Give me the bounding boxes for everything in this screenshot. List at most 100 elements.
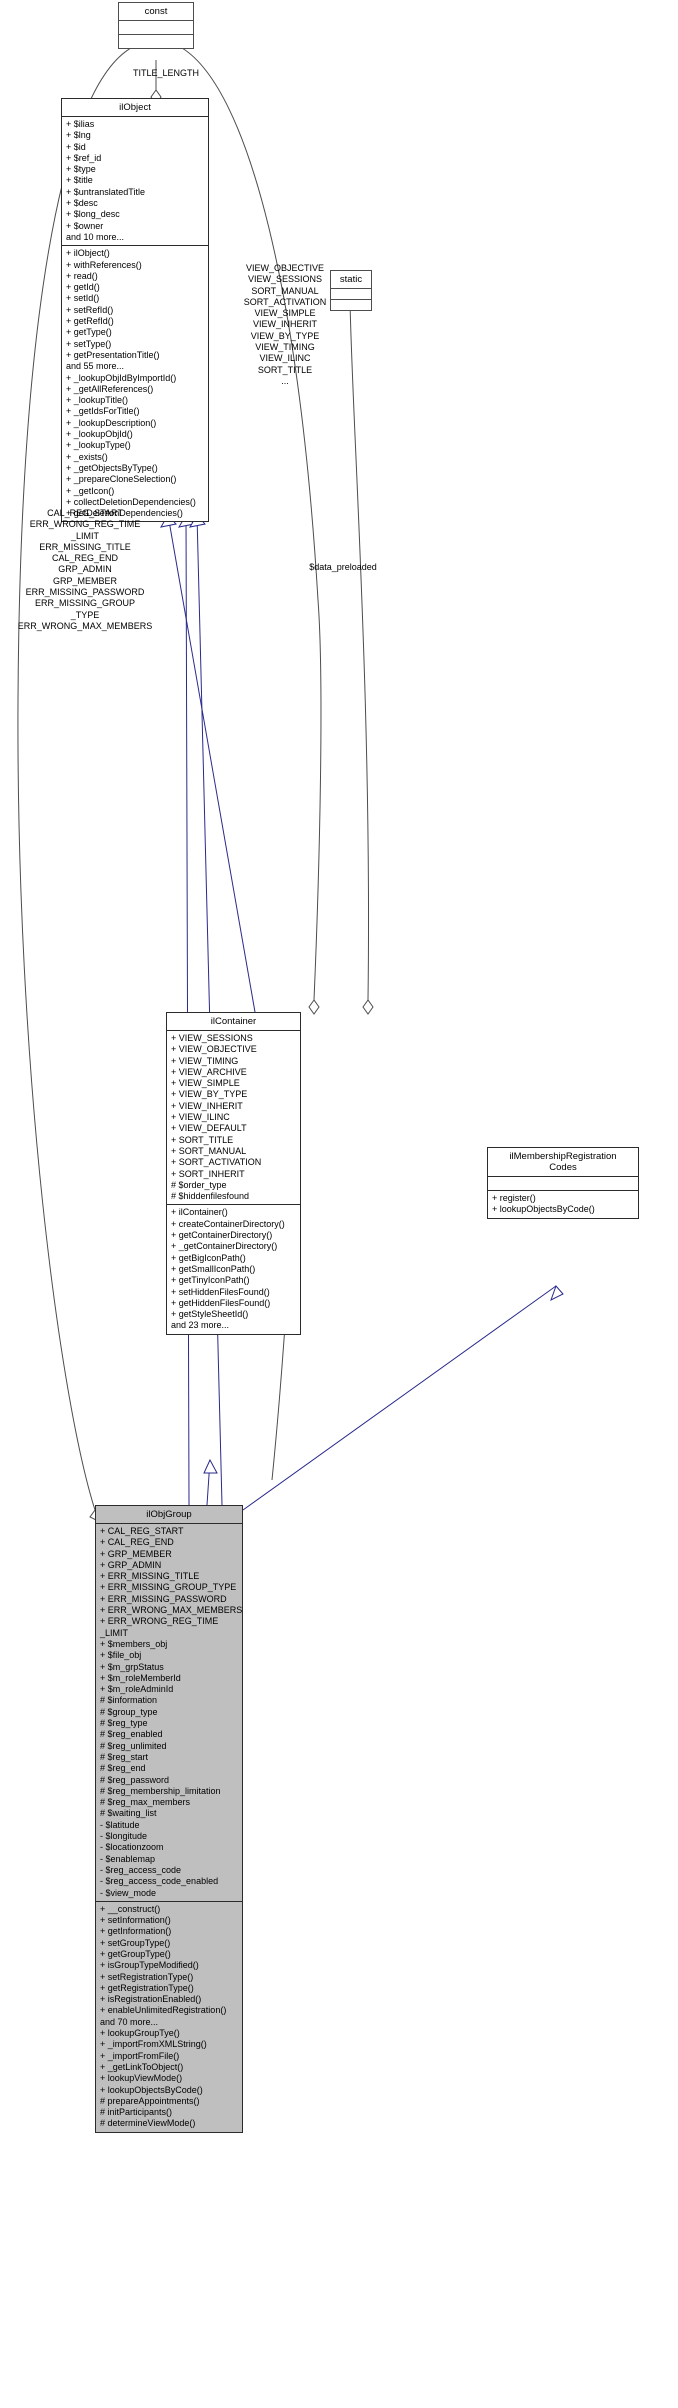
class-member-row: - $reg_access_code (100, 1864, 182, 1875)
class-member-row: # $information (100, 1695, 158, 1706)
class-member-row: # $reg_password (100, 1774, 170, 1785)
class-member-row: + $owner (66, 220, 104, 231)
class-member-row: + _importFromXMLString() (100, 2039, 207, 2050)
class-member-row: + SORT_MANUAL (171, 1145, 247, 1156)
class-name-ilobject: ilObject (62, 99, 208, 117)
class-member-row: + _getLinkToObject() (100, 2061, 184, 2072)
class-member-row: # prepareAppointments() (100, 2095, 200, 2106)
class-member-row: + getType() (66, 327, 112, 338)
class-member-row: + setType() (66, 338, 112, 349)
class-member-row: # $waiting_list (100, 1808, 157, 1819)
class-member-row: + createContainerDirectory() (171, 1218, 285, 1229)
class-member-row: + setInformation() (100, 1915, 171, 1926)
class-operations-ilmembershipregistrationcodes: + register() + lookupObjectsByCode() (488, 1191, 638, 1218)
class-member-row: + setId() (66, 293, 100, 304)
class-member-row: + GRP_MEMBER (100, 1548, 172, 1559)
class-box-ilobject[interactable]: ilObject + $ilias + $lng + $id + $ref_id + $… (61, 98, 209, 523)
class-member-row: + read() (66, 270, 98, 281)
class-member-row: + GRP_ADMIN (100, 1559, 162, 1570)
class-member-row: + VIEW_SIMPLE (171, 1078, 240, 1089)
class-attributes-const (119, 21, 193, 35)
class-member-row: + register() (492, 1193, 536, 1203)
edge-label-data-preloaded: $data_preloaded (309, 562, 377, 572)
class-member-row: # determineViewMode() (100, 2118, 196, 2129)
class-box-const[interactable]: const (118, 2, 194, 49)
class-member-row: + _getIdsForTitle() (66, 406, 140, 417)
class-member-row: - $reg_access_code_enabled (100, 1876, 219, 1887)
class-member-row: + setRegistrationType() (100, 1971, 194, 1982)
edge-ilobject-ilobjgroup-a (178, 514, 195, 1506)
class-member-row: + getSmallIconPath() (171, 1263, 256, 1274)
class-member-row: + CAL_REG_START (100, 1526, 184, 1536)
class-member-row: + getStyleSheetId() (171, 1309, 249, 1320)
class-operations-ilobject: + ilObject() + withReferences() + read() + … (62, 246, 208, 521)
class-member-row: + $long_desc (66, 209, 120, 220)
class-member-row: # $hiddenfilesfound (171, 1191, 250, 1202)
class-member-row: + $m_roleMemberId (100, 1672, 181, 1683)
class-member-row: + isRegistrationEnabled() (100, 1994, 202, 2005)
class-member-row: # initParticipants() (100, 2107, 173, 2118)
edge-ilcontainer-inherits-ilobject (160, 514, 256, 1013)
class-box-ilobjgroup[interactable]: ilObjGroup + CAL_REG_START + CAL_REG_END +… (95, 1505, 243, 2133)
class-member-row: + enableUnlimitedRegistration() (100, 2005, 227, 2016)
class-member-row: + getRegistrationType() (100, 1982, 194, 1993)
class-member-row: + ERR_MISSING_TITLE (100, 1571, 200, 1582)
class-member-row: and 70 more... (100, 2016, 159, 2027)
class-member-row: # $reg_type (100, 1718, 148, 1729)
class-name-ilmembershipregistrationcodes: ilMembershipRegistration Codes (488, 1148, 638, 1177)
class-member-row: + getRefId() (66, 316, 114, 327)
class-member-row: + withReferences() (66, 259, 142, 270)
class-member-row: + VIEW_DEFAULT (171, 1123, 247, 1134)
class-member-row: + ilObject() (66, 248, 110, 259)
class-member-row: + _getContainerDirectory() (171, 1241, 278, 1252)
class-member-row: + _prepareCloneSelection() (66, 474, 177, 485)
class-attributes-ilobject: + $ilias + $lng + $id + $ref_id + $type + $ti… (62, 117, 208, 247)
class-member-row: + $ref_id (66, 152, 102, 163)
class-member-row: + $id (66, 141, 86, 152)
class-member-row: + lookupObjectsByCode() (492, 1204, 595, 1215)
class-member-row: + VIEW_SESSIONS (171, 1033, 253, 1043)
class-member-row: + VIEW_OBJECTIVE (171, 1044, 257, 1055)
class-member-row: + $desc (66, 198, 98, 209)
class-member-row: + _lookupDescription() (66, 417, 157, 428)
class-member-row: + VIEW_BY_TYPE (171, 1089, 248, 1100)
class-member-row: + setHiddenFilesFound() (171, 1286, 270, 1297)
class-member-row: and 23 more... (171, 1320, 230, 1331)
class-member-row: # $reg_start (100, 1751, 149, 1762)
class-member-row: + $m_grpStatus (100, 1661, 164, 1672)
class-member-row: and 55 more... (66, 361, 125, 372)
class-member-row: + VIEW_TIMING (171, 1055, 239, 1066)
class-member-row: # $group_type (100, 1706, 158, 1717)
class-operations-ilobjgroup: + __construct() + setInformation() + getIn… (96, 1902, 242, 2132)
class-member-row: + _getObjectsByType() (66, 462, 158, 473)
class-member-row: + setRefId() (66, 304, 114, 315)
class-member-row: + $title (66, 175, 93, 186)
class-member-row: + collectDeletionDependencies() (66, 496, 196, 507)
class-operations-const (119, 35, 193, 48)
class-box-ilcontainer[interactable]: ilContainer + VIEW_SESSIONS + VIEW_OBJECT… (166, 1012, 301, 1335)
class-member-row: + lookupGroupTye() (100, 2028, 180, 2039)
class-member-row: + $ilias (66, 119, 95, 129)
class-member-row: + getContainerDirectory() (171, 1230, 273, 1241)
class-member-row: + ilContainer() (171, 1207, 228, 1218)
class-member-row: - $latitude (100, 1819, 140, 1830)
class-member-row: - $locationzoom (100, 1842, 164, 1853)
class-box-ilmembershipregistrationcodes[interactable]: ilMembershipRegistration Codes + registe… (487, 1147, 639, 1219)
class-member-row: + $members_obj (100, 1638, 168, 1649)
edge-ilobject-ilobjgroup-b (189, 514, 223, 1506)
class-member-row: + _getAllReferences() (66, 383, 154, 394)
class-member-row: + getId() (66, 282, 100, 293)
class-member-row: + _lookupObjId() (66, 429, 133, 440)
class-member-row: + lookupObjectsByCode() (100, 2084, 203, 2095)
class-member-row: + $m_roleAdminId (100, 1684, 174, 1695)
uml-diagram-canvas: const static ilObject + $ilias + $lng + $i… (0, 0, 678, 2408)
edge-label-title-length: TITLE_LENGTH (133, 68, 200, 78)
edge-ilobjgroup-inherits-ilcontainer (203, 1458, 218, 1506)
class-member-row: # $reg_membership_limitation (100, 1785, 221, 1796)
class-attributes-ilobjgroup: + CAL_REG_START + CAL_REG_END + GRP_MEMBER… (96, 1524, 242, 1902)
class-member-row: + SORT_ACTIVATION (171, 1157, 262, 1168)
class-attributes-ilcontainer: + VIEW_SESSIONS + VIEW_OBJECTIVE + VIEW_TI… (167, 1031, 300, 1206)
class-member-row: + getTinyIconPath() (171, 1275, 250, 1286)
class-member-row: + getBigIconPath() (171, 1252, 246, 1263)
class-member-row: - $view_mode (100, 1887, 157, 1898)
